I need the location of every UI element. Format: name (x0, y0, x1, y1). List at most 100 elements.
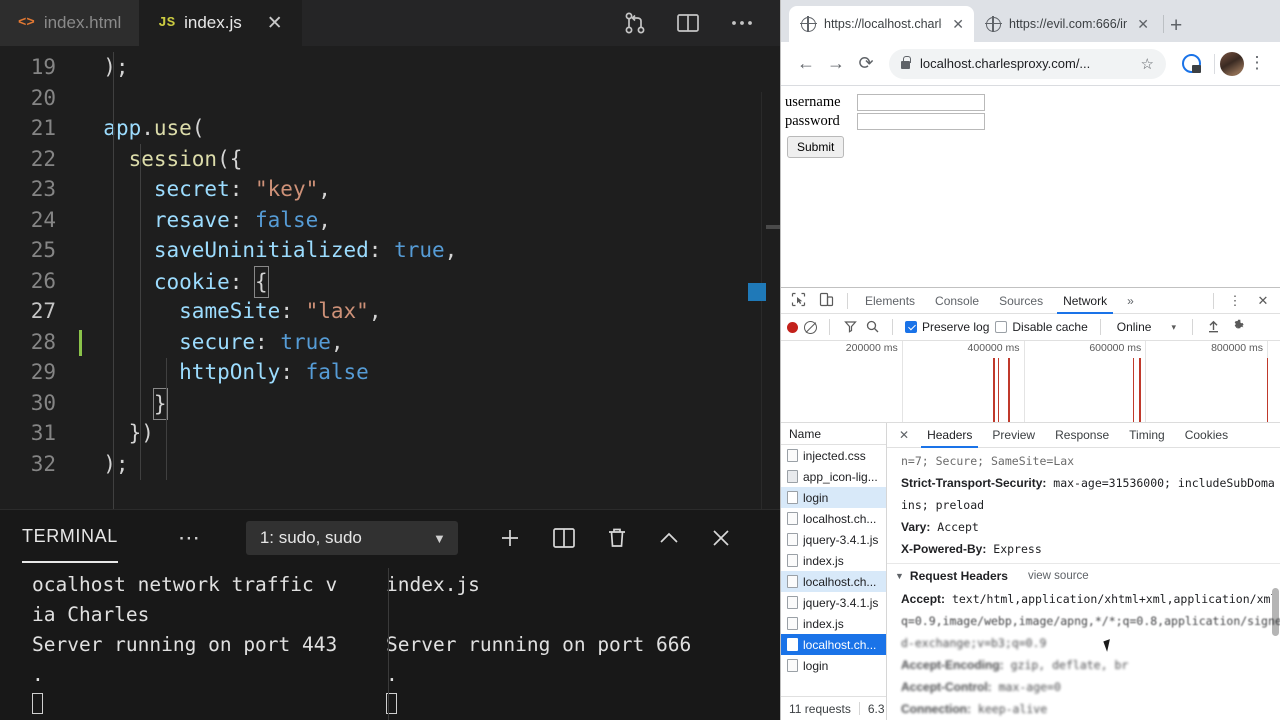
network-request-row[interactable]: injected.css (781, 445, 886, 466)
extension-icon[interactable] (1182, 54, 1201, 73)
document-file-icon (787, 575, 798, 588)
code-line: 21 app.use( (0, 113, 780, 144)
network-settings-gear-icon[interactable] (1229, 319, 1247, 335)
indent-guide (140, 144, 141, 480)
terminal-tab-label[interactable]: TERMINAL (22, 526, 118, 563)
new-terminal-icon[interactable] (498, 526, 522, 550)
submit-button[interactable]: Submit (787, 136, 845, 158)
headers-content[interactable]: n=7; Secure; SameSite=Lax Strict-Transpor… (887, 448, 1280, 720)
chevron-down-icon[interactable]: ▼ (895, 571, 904, 581)
close-panel-icon[interactable] (710, 527, 732, 549)
record-network-log-icon[interactable] (787, 321, 798, 333)
devtools-tab-network[interactable]: Network (1054, 288, 1116, 314)
detail-tab-response[interactable]: Response (1045, 423, 1119, 448)
editor-tab-index-js[interactable]: JS index.js ✕ (140, 0, 302, 46)
terminal-shell-select[interactable]: 1: sudo, sudo ▼ (245, 521, 458, 555)
source-control-branch-icon[interactable] (624, 11, 646, 35)
terminal-header: TERMINAL ⋯ 1: sudo, sudo ▼ (0, 510, 780, 566)
inspect-element-icon[interactable] (785, 292, 811, 309)
more-actions-icon[interactable] (730, 19, 754, 27)
username-field[interactable] (857, 94, 985, 111)
toggle-device-toolbar-icon[interactable] (813, 292, 839, 309)
preserve-log-label: Preserve log (922, 320, 990, 334)
request-headers-section-header[interactable]: ▼ Request Headers view source (887, 563, 1280, 588)
devtools-settings-kebab-icon[interactable]: ⋮ (1222, 294, 1248, 307)
profile-avatar[interactable] (1220, 51, 1244, 76)
network-request-row[interactable]: localhost.ch... (781, 571, 886, 592)
close-tab-icon[interactable]: ✕ (1137, 16, 1149, 33)
code-token: . (141, 116, 154, 140)
close-tab-icon[interactable]: ✕ (952, 16, 964, 33)
terminal-body[interactable]: ocalhost network traffic v ia Charles Serv… (0, 566, 780, 720)
filter-icon[interactable] (842, 320, 858, 335)
maximize-panel-icon[interactable] (658, 527, 680, 549)
new-tab-button[interactable]: + (1170, 15, 1182, 36)
network-overview-timeline[interactable]: 200000 ms 400000 ms 600000 ms 800000 ms (781, 341, 1280, 423)
scrollbar-change-marker[interactable] (748, 283, 766, 301)
address-bar[interactable]: localhost.charlesproxy.com/... ☆ (889, 48, 1166, 79)
network-request-row[interactable]: localhost.ch... (781, 508, 886, 529)
header-value: gzip, deflate, br (1003, 658, 1129, 672)
network-request-row[interactable]: app_icon-lig... (781, 466, 886, 487)
column-header-name[interactable]: Name (781, 423, 886, 445)
close-tab-icon[interactable]: ✕ (267, 14, 283, 33)
screenshot-root: <> index.html JS index.js ✕ 19); 20 21 … (0, 0, 1280, 720)
detail-tab-headers[interactable]: Headers (917, 423, 982, 448)
terminal-more-icon[interactable]: ⋯ (178, 527, 200, 549)
code-token: : (229, 207, 256, 232)
terminal-pane-right[interactable]: index.js Server running on port 666. (356, 566, 691, 720)
split-terminal-icon[interactable] (552, 527, 576, 549)
reload-button[interactable]: ⟳ (851, 53, 881, 74)
code-token: : (255, 329, 281, 354)
browser-toolbar: ← → ⟳ localhost.charlesproxy.com/... ☆ ⋮ (781, 42, 1280, 86)
split-editor-icon[interactable] (676, 12, 700, 34)
password-field[interactable] (857, 113, 985, 130)
header-line: q=0.9,image/webp,image/apng,*/*;q=0.8,ap… (887, 610, 1280, 632)
network-request-row[interactable]: jquery-3.4.1.js (781, 592, 886, 613)
request-detail-tabs: ✕ Headers Preview Response Timing Cookie… (887, 423, 1280, 448)
detail-tab-timing[interactable]: Timing (1119, 423, 1175, 448)
close-detail-icon[interactable]: ✕ (891, 428, 917, 442)
editor-tab-label: index.js (184, 13, 242, 32)
bookmark-star-icon[interactable]: ☆ (1141, 55, 1154, 73)
chrome-menu-icon[interactable]: ⋮ (1244, 54, 1270, 71)
browser-tab-strip: https://localhost.charles ✕ https://evil… (781, 0, 1280, 42)
editor-tab-index-html[interactable]: <> index.html (0, 0, 141, 46)
network-request-row[interactable]: jquery-3.4.1.js (781, 529, 886, 550)
code-token: : (229, 269, 256, 294)
code-editor[interactable]: 19 ); 20 21 app.use(22 session({23 secret:… (0, 46, 780, 509)
import-har-icon[interactable] (1205, 320, 1223, 335)
code-token: ); (78, 55, 129, 79)
forward-button[interactable]: → (821, 53, 851, 74)
detail-tab-preview[interactable]: Preview (982, 423, 1045, 448)
kill-terminal-icon[interactable] (606, 526, 628, 550)
preserve-log-checkbox[interactable]: Preserve log (905, 320, 989, 334)
browser-tab-localhost[interactable]: https://localhost.charles ✕ (789, 6, 974, 42)
terminal-pane-left[interactable]: ocalhost network traffic v ia Charles Serv… (0, 566, 356, 720)
detail-tab-cookies[interactable]: Cookies (1175, 423, 1238, 448)
network-request-row[interactable]: localhost.ch... (781, 634, 886, 655)
back-button[interactable]: ← (791, 53, 821, 74)
terminal-line: ia Charles (32, 603, 150, 626)
header-value: n=7; Secure; SameSite=Lax (901, 454, 1075, 468)
more-tabs-icon[interactable]: » (1118, 288, 1143, 314)
close-devtools-icon[interactable]: ✕ (1250, 294, 1276, 307)
network-request-row[interactable]: login (781, 487, 886, 508)
devtools-tab-console[interactable]: Console (926, 288, 988, 314)
search-icon[interactable] (864, 320, 880, 335)
line-number: 32 (30, 451, 56, 476)
document-file-icon (787, 512, 798, 525)
clear-network-log-icon[interactable] (804, 320, 817, 334)
devtools-tab-elements[interactable]: Elements (856, 288, 924, 314)
network-request-row[interactable]: login (781, 655, 886, 676)
network-request-row[interactable]: index.js (781, 550, 886, 571)
network-request-row[interactable]: index.js (781, 613, 886, 634)
disable-cache-checkbox[interactable]: Disable cache (995, 320, 1088, 334)
devtools-tab-sources[interactable]: Sources (990, 288, 1052, 314)
network-request-rows[interactable]: injected.css app_icon-lig... login localhos… (781, 445, 886, 696)
code-line: 19 ); (0, 52, 780, 83)
browser-tab-evil[interactable]: https://evil.com:666/ind ✕ (974, 6, 1159, 42)
code-token: app (103, 116, 142, 140)
view-source-link[interactable]: view source (1028, 570, 1089, 582)
throttling-select[interactable]: Online ▾ (1113, 320, 1180, 334)
